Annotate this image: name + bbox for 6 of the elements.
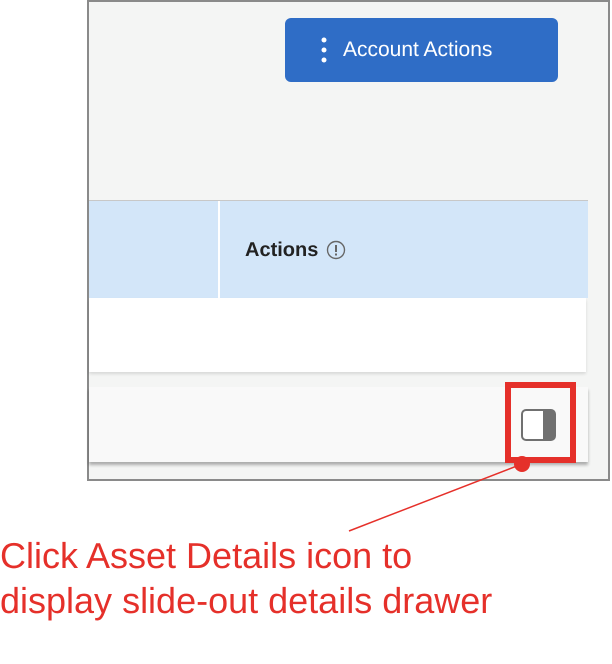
panel-toggle-icon[interactable] (521, 408, 556, 440)
info-icon (326, 240, 346, 260)
more-icon (321, 37, 327, 63)
annotation-text: Click Asset Details icon to display slide-out details drawer (0, 534, 494, 623)
account-actions-button[interactable]: Account Actions (285, 18, 558, 82)
column-header: Actions (245, 238, 318, 262)
